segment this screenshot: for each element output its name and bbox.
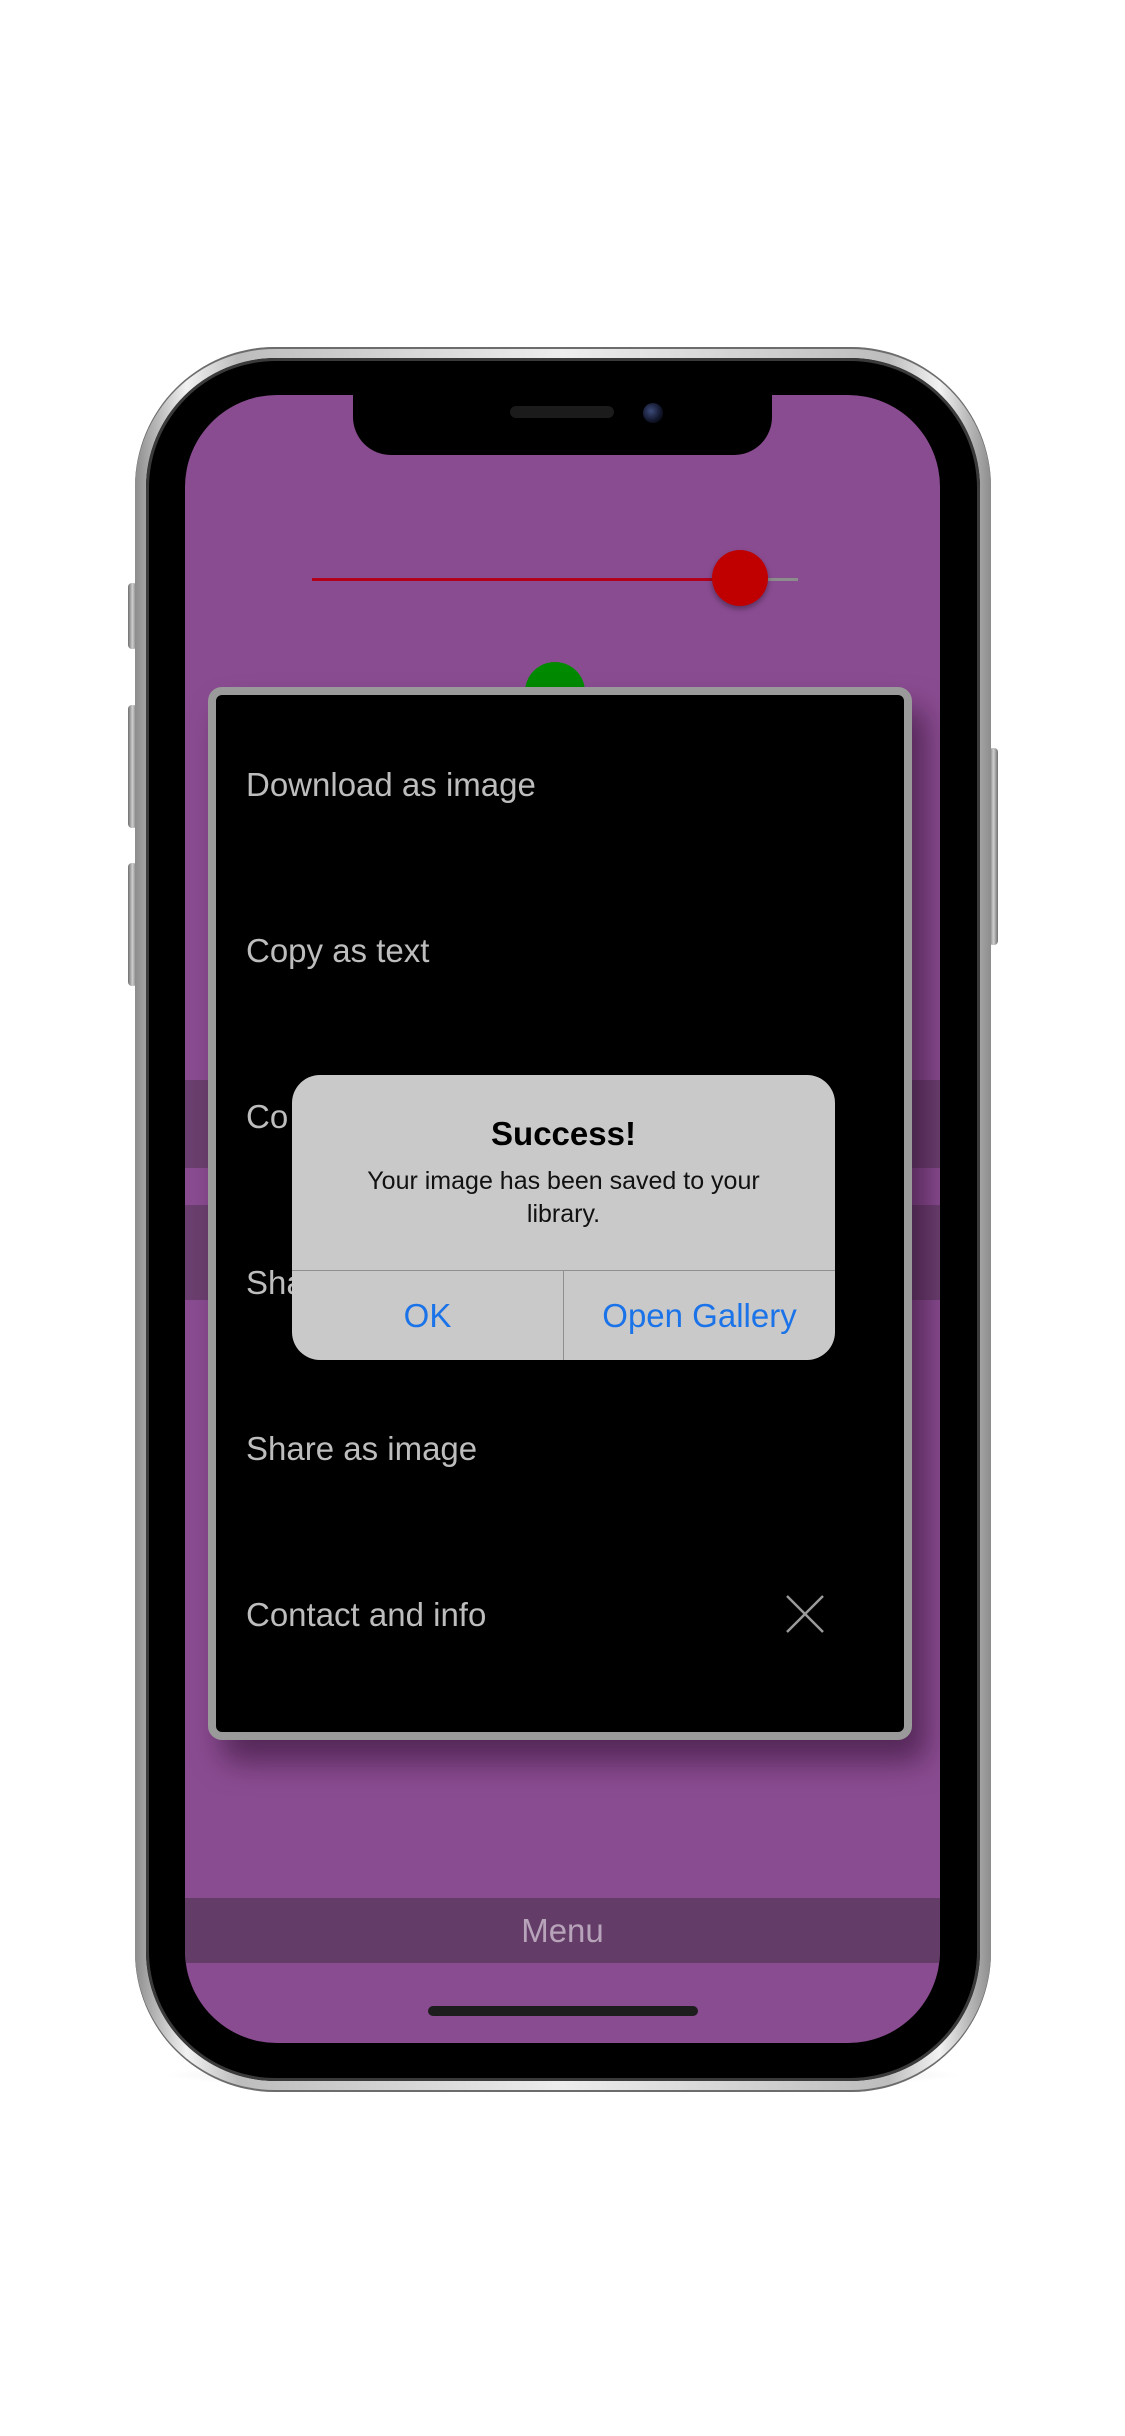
menu-button[interactable]: Menu bbox=[185, 1898, 940, 1963]
stage: Download as image Copy as text Co Sha Sh… bbox=[0, 0, 1125, 2436]
home-indicator[interactable] bbox=[428, 2006, 698, 2016]
menu-item-share-image[interactable]: Share as image bbox=[246, 1414, 866, 1484]
menu-item-copy-text[interactable]: Copy as text bbox=[246, 916, 866, 986]
speaker-grille bbox=[510, 406, 614, 418]
ok-button[interactable]: OK bbox=[292, 1271, 563, 1360]
close-icon[interactable] bbox=[784, 1593, 826, 1635]
phone-screen: Download as image Copy as text Co Sha Sh… bbox=[185, 395, 940, 2043]
slider-track-filled[interactable] bbox=[312, 578, 740, 581]
notch bbox=[353, 395, 772, 455]
success-alert: Success! Your image has been saved to yo… bbox=[292, 1075, 835, 1360]
front-camera bbox=[643, 403, 663, 423]
menu-item-download-image[interactable]: Download as image bbox=[246, 750, 866, 820]
alert-message: Your image has been saved to your librar… bbox=[367, 1167, 760, 1228]
slider-thumb[interactable] bbox=[712, 550, 768, 606]
menu-item-label: Download as image bbox=[246, 766, 536, 803]
menu-item-label: Contact and info bbox=[246, 1596, 487, 1633]
open-gallery-button[interactable]: Open Gallery bbox=[564, 1271, 835, 1360]
menu-button-label: Menu bbox=[521, 1911, 604, 1949]
menu-item-label: Share as image bbox=[246, 1430, 478, 1467]
menu-item-contact-info[interactable]: Contact and info bbox=[246, 1580, 866, 1650]
menu-item-label: Copy as text bbox=[246, 932, 430, 969]
menu-item-label: Co bbox=[246, 1098, 289, 1135]
alert-title: Success! bbox=[491, 1115, 636, 1152]
